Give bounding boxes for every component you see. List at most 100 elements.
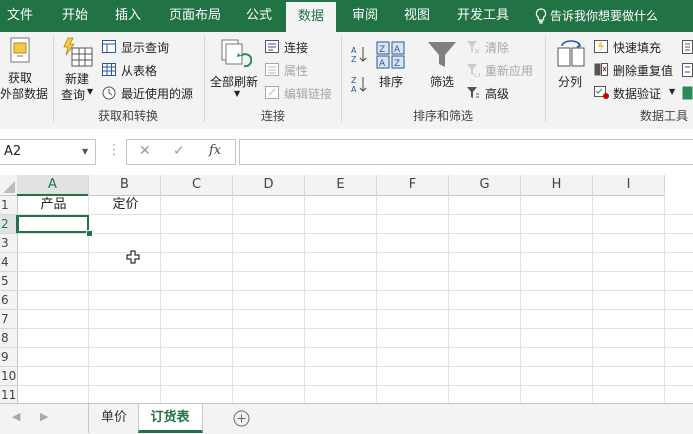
group-data-tools-label: 数据工具 [640, 109, 689, 123]
separator [53, 36, 54, 122]
remove-duplicates-icon [594, 63, 608, 79]
row-header-10[interactable]: 10 [0, 367, 18, 386]
tell-me-search[interactable]: 告诉我你想要做什么 [550, 0, 658, 32]
from-table-button[interactable]: 从表格 [121, 62, 157, 79]
clear-button[interactable]: 清除 [485, 39, 509, 56]
add-sheet-icon[interactable] [233, 410, 250, 430]
recent-sources-button[interactable]: 最近使用的源 [121, 85, 193, 102]
tab-view[interactable]: 视图 [404, 0, 430, 32]
column-gridline [304, 195, 305, 403]
column-header-b[interactable]: B [89, 175, 161, 196]
cell-b1[interactable]: 定价 [90, 196, 161, 214]
tab-page-layout[interactable]: 页面布局 [169, 0, 221, 32]
row-header-5[interactable]: 5 [0, 272, 18, 291]
chevron-down-icon[interactable]: ▼ [669, 87, 675, 96]
row-header-7[interactable]: 7 [0, 310, 18, 329]
refresh-all-icon [220, 38, 253, 73]
fill-handle[interactable] [86, 230, 93, 237]
advanced-button[interactable]: 高级 [485, 85, 509, 102]
connections-button[interactable]: 连接 [284, 39, 308, 56]
column-header-c[interactable]: C [161, 175, 233, 196]
column-gridline [664, 195, 665, 403]
column-header-a[interactable]: A [17, 175, 89, 196]
properties-button[interactable]: 属性 [284, 62, 308, 79]
remove-duplicates-button[interactable]: 删除重复值 [613, 62, 673, 79]
tab-file[interactable]: 文件 [7, 0, 33, 32]
recent-sources-icon [102, 86, 116, 103]
tab-insert[interactable]: 插入 [115, 0, 141, 32]
text-to-columns-icon [556, 40, 586, 73]
edit-links-icon [265, 86, 279, 102]
insert-function-icon[interactable]: fx [209, 143, 221, 158]
row-header-11[interactable]: 11 [0, 386, 18, 403]
column-gridline [160, 195, 161, 403]
row-header-1[interactable]: 1 [0, 196, 18, 215]
row-header-8[interactable]: 8 [0, 329, 18, 348]
get-external-data-label1[interactable]: 获取 [8, 69, 32, 86]
text-to-columns-button[interactable]: 分列 [558, 73, 582, 90]
sort-button[interactable]: 排序 [379, 73, 403, 90]
group-connections-label: 连接 [261, 109, 286, 123]
sort-ascending-icon[interactable]: AZ [351, 45, 367, 66]
column-header-i[interactable]: I [593, 175, 665, 196]
sort-icon: ZAAZ [376, 41, 406, 72]
relationships-icon[interactable] [682, 63, 693, 80]
row-header-9[interactable]: 9 [0, 348, 18, 367]
filter-button[interactable]: 筛选 [430, 73, 454, 90]
worksheet-grid[interactable]: ABCDEFGHI 1 2 3 4 5 6 7 8 9 10 11 产品 定价 [0, 175, 693, 403]
sort-descending-icon[interactable]: ZA [351, 75, 367, 96]
data-validation-button[interactable]: 数据验证 [613, 85, 661, 102]
tab-formulas[interactable]: 公式 [246, 0, 272, 32]
cell-a1[interactable]: 产品 [18, 196, 89, 214]
new-query-label2[interactable]: 查询 [61, 86, 85, 103]
name-box-value: A2 [4, 144, 22, 159]
reapply-button[interactable]: 重新应用 [485, 62, 533, 79]
row-header-6[interactable]: 6 [0, 291, 18, 310]
chevron-down-icon[interactable]: ▼ [234, 89, 240, 98]
tab-developer[interactable]: 开发工具 [457, 0, 509, 32]
tab-home[interactable]: 开始 [62, 0, 88, 32]
show-queries-icon [102, 40, 116, 56]
tab-data[interactable]: 数据 [286, 2, 336, 32]
row-header-4[interactable]: 4 [0, 253, 18, 272]
sheet-tab-order-sheet[interactable]: 订货表 [139, 404, 201, 431]
cancel-icon[interactable]: ✕ [139, 143, 151, 159]
scroll-right-icon[interactable]: ▶ [40, 410, 48, 423]
svg-text:A: A [379, 59, 386, 69]
tab-review[interactable]: 审阅 [352, 0, 378, 32]
selected-cell-a2[interactable] [17, 215, 89, 233]
edit-links-button[interactable]: 编辑链接 [284, 85, 332, 102]
filter-icon [426, 40, 458, 73]
refresh-all-button[interactable]: 全部刷新 [210, 73, 258, 90]
formula-input[interactable] [239, 139, 693, 165]
new-query-label1[interactable]: 新建 [65, 70, 89, 87]
get-external-data-label2[interactable]: 外部数据 [0, 85, 48, 102]
divider [88, 404, 89, 433]
select-all-corner[interactable] [0, 175, 18, 196]
chevron-down-icon[interactable]: ▼ [82, 147, 88, 156]
row-header-3[interactable]: 3 [0, 234, 18, 253]
column-gridline [448, 195, 449, 403]
reapply-icon [466, 63, 480, 80]
scroll-left-icon[interactable]: ◀ [12, 410, 20, 423]
manage-data-model-icon[interactable] [682, 86, 693, 103]
group-sort-filter-label: 排序和筛选 [413, 109, 474, 123]
chevron-down-icon[interactable]: ▼ [87, 87, 93, 96]
flash-fill-button[interactable]: 快速填充 [613, 39, 661, 56]
sheet-tab-unit-price[interactable]: 单价 [90, 404, 138, 431]
column-gridline [376, 195, 377, 403]
more-options-icon[interactable]: ⋮ [107, 142, 121, 158]
show-queries-button[interactable]: 显示查询 [121, 39, 169, 56]
column-header-h[interactable]: H [521, 175, 593, 196]
enter-icon[interactable]: ✓ [173, 143, 185, 159]
consolidate-icon[interactable] [682, 40, 693, 57]
row-header-2[interactable]: 2 [0, 215, 18, 234]
column-header-d[interactable]: D [233, 175, 305, 196]
column-header-f[interactable]: F [377, 175, 449, 196]
new-query-icon [62, 36, 94, 71]
column-header-e[interactable]: E [305, 175, 377, 196]
connections-icon [265, 40, 279, 56]
properties-icon [265, 63, 279, 79]
column-header-g[interactable]: G [449, 175, 521, 196]
name-box[interactable]: A2 ▼ [0, 139, 96, 165]
